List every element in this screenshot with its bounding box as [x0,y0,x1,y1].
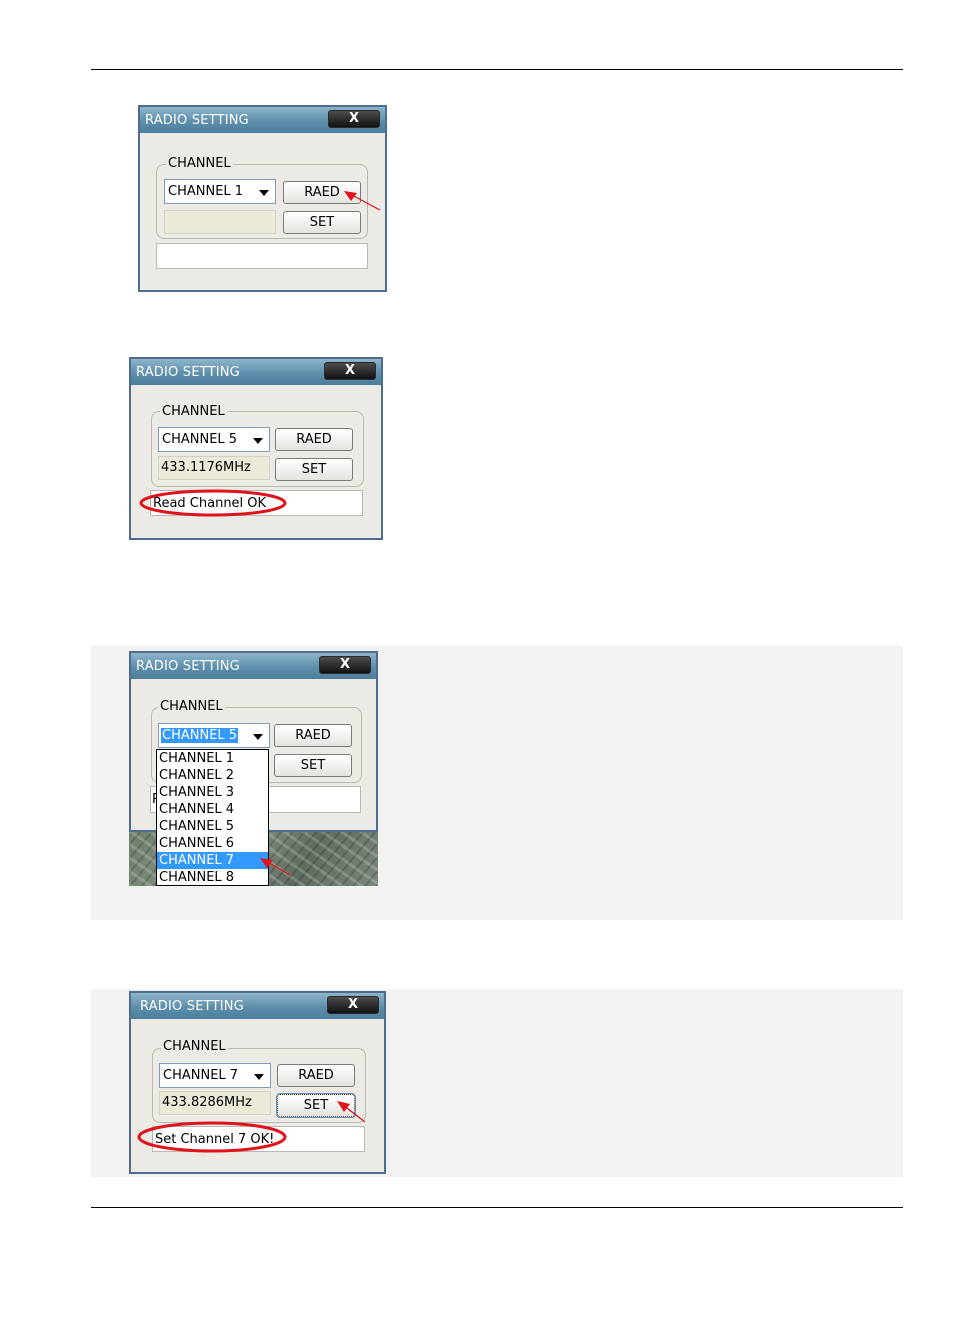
channel-select-value: CHANNEL 7 [163,1068,239,1083]
close-button[interactable]: X [324,362,376,380]
radio-setting-window: RADIO SETTING X CHANNEL CHANNEL 7 433.82… [129,991,386,1174]
channel-group-label: CHANNEL [161,1039,228,1054]
close-button[interactable]: X [319,656,371,674]
channel-select[interactable]: CHANNEL 1 [164,179,276,204]
frequency-field [164,210,276,234]
title-bar: RADIO SETTING X [140,107,385,133]
dropdown-option[interactable]: CHANNEL 2 [157,767,268,784]
window-title: RADIO SETTING [140,999,244,1014]
frequency-field: 433.8286MHz [159,1091,271,1115]
dropdown-option-highlighted[interactable]: CHANNEL 7 [157,852,268,869]
dropdown-option[interactable]: CHANNEL 1 [157,750,268,767]
channel-dropdown-list[interactable]: CHANNEL 1 CHANNEL 2 CHANNEL 3 CHANNEL 4 … [156,749,269,886]
channel-select[interactable]: CHANNEL 5 [158,723,270,748]
chevron-down-icon[interactable] [254,1074,264,1080]
status-field: Read Channel OK [150,490,363,516]
channel-select-value: CHANNEL 5 [161,728,239,743]
channel-group-label: CHANNEL [158,699,225,714]
frequency-field: 433.1176MHz [158,456,270,480]
dropdown-option[interactable]: CHANNEL 3 [157,784,268,801]
read-button[interactable]: RAED [283,181,361,204]
dropdown-option[interactable]: CHANNEL 4 [157,801,268,818]
radio-setting-window: RADIO SETTING X CHANNEL CHANNEL 1 RAED S… [138,105,387,292]
channel-select[interactable]: CHANNEL 5 [158,427,270,452]
status-field: Set Channel 7 OK! [152,1126,365,1152]
set-button[interactable]: SET [276,1093,356,1118]
read-button[interactable]: RAED [274,724,352,747]
read-button[interactable]: RAED [275,428,353,451]
channel-group-label: CHANNEL [160,404,227,419]
chevron-down-icon[interactable] [259,190,269,196]
read-button[interactable]: RAED [277,1064,355,1087]
channel-select-value: CHANNEL 5 [162,432,238,447]
set-button[interactable]: SET [283,211,361,234]
top-rule [91,69,903,70]
close-button[interactable]: X [327,996,379,1014]
title-bar: RADIO SETTING X [131,653,376,679]
bottom-rule [91,1207,903,1208]
dropdown-option[interactable]: CHANNEL 8 [157,869,268,886]
chevron-down-icon[interactable] [253,734,263,740]
set-button[interactable]: SET [274,754,352,777]
chevron-down-icon[interactable] [253,438,263,444]
set-button[interactable]: SET [275,458,353,481]
dropdown-option[interactable]: CHANNEL 6 [157,835,268,852]
title-bar: RADIO SETTING X [131,993,384,1019]
title-bar: RADIO SETTING X [131,359,381,385]
dropdown-option[interactable]: CHANNEL 5 [157,818,268,835]
close-button[interactable]: X [328,110,380,128]
window-title: RADIO SETTING [136,659,240,674]
status-field [156,243,368,269]
radio-setting-window: RADIO SETTING X CHANNEL CHANNEL 5 433.11… [129,357,383,540]
channel-group-label: CHANNEL [166,156,233,171]
channel-select-value: CHANNEL 1 [168,184,244,199]
channel-select[interactable]: CHANNEL 7 [159,1063,271,1088]
window-title: RADIO SETTING [145,113,249,128]
window-title: RADIO SETTING [136,365,240,380]
